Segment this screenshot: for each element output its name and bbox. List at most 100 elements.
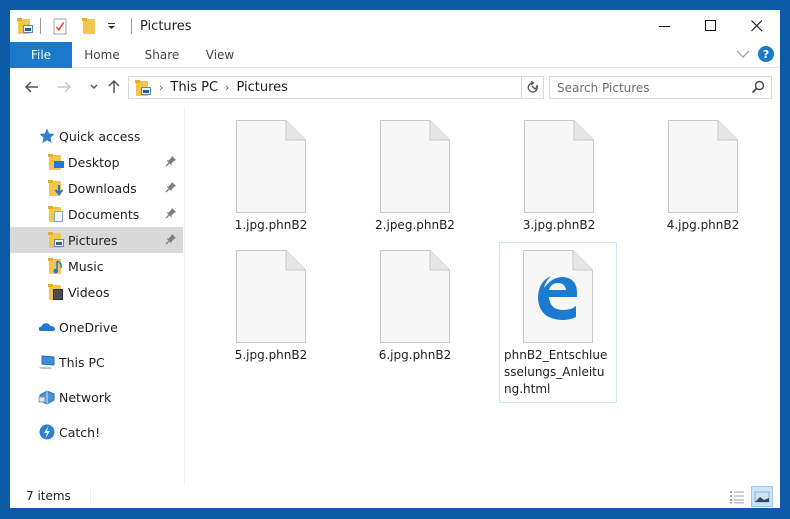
file-explorer-window: Pictures File Home Share View ? › This P… [10,10,780,508]
large-icons-view-button[interactable] [751,486,773,507]
details-view-button[interactable] [726,486,748,507]
sidebar-item-quick-access[interactable]: Quick access [10,123,183,149]
documents-folder-icon [47,205,65,223]
ribbon-right-controls: ? [736,46,774,62]
sidebar-item-music[interactable]: Music [10,253,183,279]
file-item[interactable]: 3.jpg.phnB2 [500,120,618,234]
pin-icon[interactable] [165,233,177,245]
sidebar-item-label: OneDrive [59,319,118,335]
sidebar-item-label: Documents [68,206,140,222]
sidebar-item-downloads[interactable]: Downloads [10,175,183,201]
close-icon [751,19,763,31]
customize-dropdown-icon[interactable] [103,17,121,35]
arrow-up-icon [108,80,120,93]
file-name: 1.jpg.phnB2 [234,218,308,232]
sidebar-item-label: Catch! [59,424,101,440]
window-title: Pictures [140,18,192,34]
back-button[interactable] [22,77,42,97]
blank-file-icon [668,120,738,213]
sidebar-item-label: Pictures [68,232,118,248]
breadcrumb-separator-icon: › [225,81,230,94]
forward-button[interactable] [54,77,74,97]
file-list: 1.jpg.phnB2 2.jpeg.phnB2 3.jpg.phnB2 4.j… [185,106,780,486]
cloud-icon [38,318,56,336]
tab-file[interactable]: File [10,42,72,68]
title-bar: Pictures [10,10,780,41]
minimize-button[interactable] [642,10,688,41]
desktop-folder-icon [47,153,65,171]
maximize-icon [705,19,716,31]
blank-file-icon [380,120,450,213]
toolbar-separator [40,18,41,34]
file-name: 4.jpg.phnB2 [666,218,740,232]
blank-file-icon [236,120,306,213]
sidebar-item-pictures[interactable]: Pictures [10,227,183,253]
sidebar-item-label: Desktop [68,154,120,170]
address-bar[interactable]: › This PC › Pictures [128,76,544,99]
file-item[interactable]: 4.jpg.phnB2 [644,120,762,234]
pin-icon[interactable] [165,155,177,167]
file-name: 6.jpg.phnB2 [378,348,452,362]
breadcrumb-separator-icon: › [159,81,164,94]
refresh-button[interactable] [521,76,544,99]
sidebar-item-catch[interactable]: Catch! [10,419,183,445]
file-name: phnB2_Entschluesselungs_Anleitung.html [504,348,608,396]
navigation-bar: › This PC › Pictures [10,68,780,106]
sidebar-item-this-pc[interactable]: This PC [10,349,183,375]
file-name: 2.jpeg.phnB2 [375,218,455,232]
item-count: 7 items [26,489,71,503]
pictures-folder-icon [47,231,65,249]
breadcrumb-this-pc[interactable]: This PC [170,80,218,95]
blank-file-icon [380,250,450,343]
tab-home[interactable]: Home [76,42,128,68]
breadcrumb-pictures[interactable]: Pictures [236,80,287,95]
downloads-folder-icon [47,179,65,197]
file-item[interactable]: 2.jpeg.phnB2 [356,120,474,234]
pin-icon[interactable] [165,207,177,219]
arrow-left-icon [25,81,38,93]
properties-icon[interactable] [51,17,69,35]
file-name: 5.jpg.phnB2 [234,348,308,362]
sidebar-item-documents[interactable]: Documents [10,201,183,227]
pictures-folder-icon [134,79,152,97]
sidebar-item-label: Videos [68,284,110,300]
new-folder-icon[interactable] [79,17,97,35]
large-icons-view-icon [754,491,770,502]
pin-icon[interactable] [165,181,177,193]
music-folder-icon [47,257,65,275]
up-button[interactable] [104,77,124,97]
folder-pictures-icon[interactable] [16,17,34,35]
sidebar-item-onedrive[interactable]: OneDrive [10,314,183,340]
refresh-icon [527,81,538,93]
search-box[interactable] [549,76,772,99]
sidebar-item-desktop[interactable]: Desktop [10,149,183,175]
tab-share[interactable]: Share [136,42,188,68]
details-view-icon [730,490,744,503]
search-icon[interactable] [751,80,765,94]
search-input[interactable] [550,80,740,95]
toolbar-separator [131,18,132,34]
catch-icon [38,423,56,441]
tab-view[interactable]: View [196,42,244,68]
chevron-down-icon [90,84,98,89]
file-item-selected[interactable]: phnB2_Entschluesselungs_Anleitung.html [499,242,617,403]
sidebar-item-label: Music [68,258,104,274]
network-icon [38,388,56,406]
blank-file-icon [524,120,594,213]
navigation-pane: Quick access Desktop Downloads Documents… [10,106,185,486]
file-item[interactable]: 5.jpg.phnB2 [212,250,330,364]
videos-folder-icon [47,283,65,301]
help-button[interactable]: ? [758,46,774,62]
expand-ribbon-icon[interactable] [736,49,750,59]
status-separator [90,488,91,506]
sidebar-item-videos[interactable]: Videos [10,279,183,305]
window-controls [642,10,780,41]
file-item[interactable]: 1.jpg.phnB2 [212,120,330,234]
file-item[interactable]: 6.jpg.phnB2 [356,250,474,364]
close-button[interactable] [734,10,780,41]
recent-locations-button[interactable] [84,77,104,97]
maximize-button[interactable] [688,10,734,41]
file-name: 3.jpg.phnB2 [522,218,596,232]
sidebar-item-network[interactable]: Network [10,384,183,410]
blank-file-icon [236,250,306,343]
